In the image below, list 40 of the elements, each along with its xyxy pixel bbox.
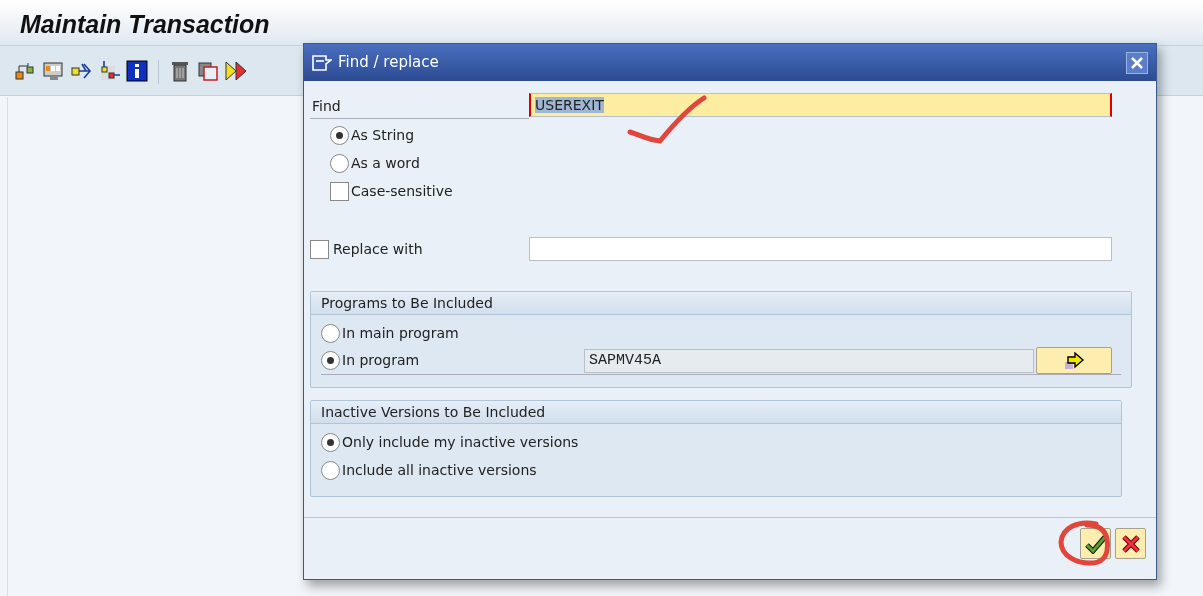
option-label: As a word xyxy=(351,153,420,173)
group-title: Inactive Versions to Be Included xyxy=(311,401,1121,424)
window-title: Maintain Transaction xyxy=(20,10,270,38)
find-input[interactable]: USEREXIT xyxy=(529,93,1112,117)
close-icon xyxy=(1130,55,1144,70)
trash-icon[interactable] xyxy=(169,60,191,82)
dialog-icon xyxy=(312,54,332,71)
dialog-title: Find / replace xyxy=(338,52,440,74)
option-label: As String xyxy=(351,125,415,145)
close-button[interactable] xyxy=(1126,51,1148,74)
field-label: Replace with xyxy=(333,239,423,259)
option-label: Only include my inactive versions xyxy=(342,432,579,452)
radio-button[interactable] xyxy=(330,125,349,145)
checkbox[interactable] xyxy=(330,181,349,201)
option-label: In main program xyxy=(342,323,459,343)
field-label: Find xyxy=(310,93,529,119)
grid-arrows-icon[interactable] xyxy=(98,60,120,82)
option-label: In program xyxy=(342,351,421,370)
radio-button[interactable] xyxy=(330,153,349,173)
info-icon[interactable] xyxy=(126,60,148,82)
radio-button[interactable] xyxy=(321,460,340,480)
radio-button[interactable] xyxy=(321,351,340,370)
execute-button[interactable] xyxy=(1036,347,1112,374)
radio-button[interactable] xyxy=(321,323,340,343)
circle-annotation xyxy=(1056,520,1112,568)
radio-button[interactable] xyxy=(321,432,340,452)
arrow-icon xyxy=(1063,352,1085,370)
checkmark-icon xyxy=(1084,534,1107,554)
replace-input[interactable] xyxy=(529,237,1112,261)
group-title: Programs to Be Included xyxy=(311,292,1131,315)
checkbox[interactable] xyxy=(310,239,329,259)
option-label: Case-sensitive xyxy=(351,181,453,201)
cross-icon xyxy=(1120,534,1141,554)
option-label: Include all inactive versions xyxy=(342,460,537,480)
cancel-button[interactable] xyxy=(1115,528,1146,559)
replace-arrows-icon[interactable] xyxy=(225,60,247,82)
program-field[interactable]: SAPMV45A xyxy=(584,348,1034,373)
screen-layout-icon[interactable] xyxy=(42,60,64,82)
hierarchy-icon[interactable] xyxy=(14,60,36,82)
copy-icon[interactable] xyxy=(197,60,219,82)
